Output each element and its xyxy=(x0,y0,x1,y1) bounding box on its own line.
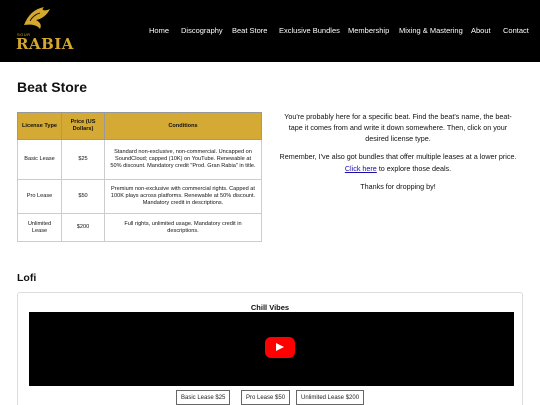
conditions-cell: Full rights, unlimited usage. Mandatory … xyxy=(104,213,262,242)
table-row: Unlimited Lease $200 Full rights, unlimi… xyxy=(17,213,262,242)
info-paragraph-thanks: Thanks for dropping by! xyxy=(360,181,436,191)
table-header-row: License Type Price (US Dollars) Conditio… xyxy=(17,112,262,140)
license-type-cell: Unlimited Lease xyxy=(17,213,62,242)
bundles-text: Remember, I've also got bundles that off… xyxy=(279,152,517,162)
nav-link-discography[interactable]: Discography xyxy=(181,26,223,35)
page-title: Beat Store xyxy=(17,79,88,95)
price-cell: $25 xyxy=(61,139,105,180)
play-button-icon[interactable] xyxy=(265,337,295,358)
beat-card: Chill Vibes Basic Lease $25 Pro Lease $5… xyxy=(17,292,523,405)
nav-link-home[interactable]: Home xyxy=(149,26,169,35)
nav-link-exclusive-bundles[interactable]: Exclusive Bundles xyxy=(279,26,340,35)
beat-title: Chill Vibes xyxy=(250,303,290,312)
license-type-cell: Pro Lease xyxy=(17,179,62,214)
license-table: License Type Price (US Dollars) Conditio… xyxy=(17,112,262,242)
pro-lease-button[interactable]: Pro Lease $50 xyxy=(241,390,291,405)
nav-link-beat-store[interactable]: Beat Store xyxy=(232,26,267,35)
nav-link-mixing-mastering[interactable]: Mixing & Mastering xyxy=(399,26,463,35)
bundles-link[interactable]: Click here xyxy=(345,164,377,173)
top-navbar: SOUR RABIA Home Discography Beat Store E… xyxy=(0,0,540,62)
bundles-text-after: to explore those deals. xyxy=(378,163,452,173)
nav-link-contact[interactable]: Contact xyxy=(503,26,529,35)
table-row: Basic Lease $25 Standard non-exclusive, … xyxy=(17,139,262,180)
basic-lease-button[interactable]: Basic Lease $25 xyxy=(176,390,231,405)
license-type-cell: Basic Lease xyxy=(17,139,62,180)
info-paragraph-intro: You're probably here for a specific beat… xyxy=(284,112,512,144)
column-header-price: Price (US Dollars) xyxy=(61,112,105,140)
eagle-logo-icon xyxy=(24,7,50,29)
site-logo[interactable]: SOUR RABIA xyxy=(14,5,73,55)
column-header-conditions: Conditions xyxy=(104,112,262,140)
logo-text: RABIA xyxy=(16,35,74,53)
info-text: You're probably here for a specific beat… xyxy=(278,111,518,199)
table-row: Pro Lease $50 Premium non-exclusive with… xyxy=(17,179,262,214)
play-triangle-icon xyxy=(276,343,284,351)
price-cell: $200 xyxy=(61,213,105,242)
unlimited-lease-button[interactable]: Unlimited Lease $200 xyxy=(296,390,365,405)
video-player[interactable] xyxy=(29,312,514,386)
nav-link-membership[interactable]: Membership xyxy=(348,26,389,35)
conditions-cell: Standard non-exclusive, non-commercial. … xyxy=(104,139,262,180)
info-paragraph-bundles: Remember, I've also got bundles that off… xyxy=(278,151,518,173)
conditions-cell: Premium non-exclusive with commercial ri… xyxy=(104,179,262,214)
column-header-license-type: License Type xyxy=(17,112,62,140)
section-title-lofi: Lofi xyxy=(17,272,37,284)
nav-link-about[interactable]: About xyxy=(471,26,491,35)
price-cell: $50 xyxy=(61,179,105,214)
